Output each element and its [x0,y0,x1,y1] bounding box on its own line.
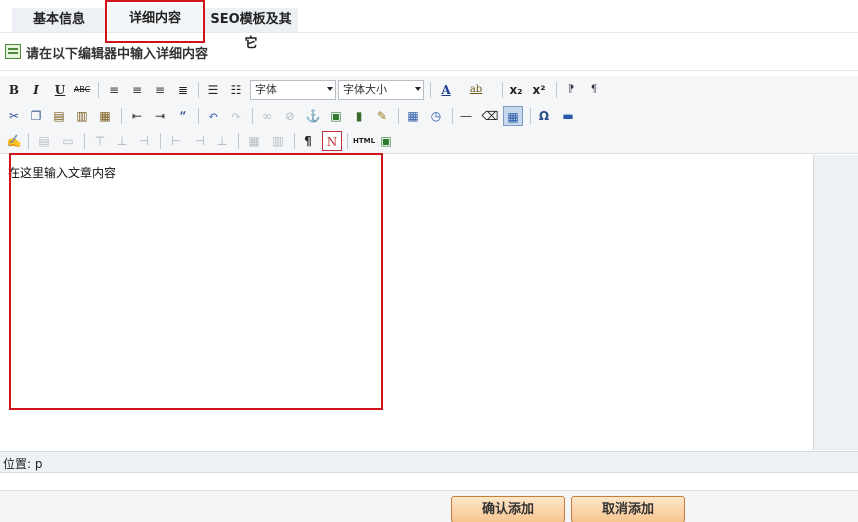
tab-seo-template[interactable]: SEO模板及其它 [204,8,298,51]
paste-icon[interactable]: ▤ [49,106,69,126]
toolbar-separator [98,82,99,98]
undo-icon[interactable]: ↶ [203,106,223,126]
form-icon [5,44,21,59]
paste-word-icon[interactable]: ▦ [95,106,115,126]
no-format-icon[interactable]: N [322,131,342,151]
tab-detail-content[interactable]: 详细内容 [108,6,202,32]
rich-text-editor[interactable]: 在这里输入文章内容 [0,155,814,450]
element-path: 位置: p [3,457,43,471]
toolbar-separator [452,108,453,124]
tab-basic-info[interactable]: 基本信息 [12,8,106,32]
superscript-icon[interactable]: x² [529,80,549,100]
table-cell-icon[interactable]: ▭ [58,131,78,151]
table-icon[interactable]: ▦ [503,106,523,126]
editor-content[interactable]: 在这里输入文章内容 [8,164,116,181]
font-family-value: 字体 [255,83,277,96]
clear-format-icon[interactable]: ✎ [372,106,392,126]
page-break-icon[interactable]: ▬ [558,106,578,126]
preview-icon[interactable]: ▣ [376,131,396,151]
font-size-select[interactable]: 字体大小 [338,80,424,100]
font-color-icon[interactable]: A [436,80,456,100]
horizontal-rule-icon[interactable]: — [456,106,476,126]
underline-icon[interactable]: U [50,80,70,100]
toolbar-separator [347,133,348,149]
toolbar-separator [198,108,199,124]
insert-col-right-icon[interactable]: ⊣ [190,131,210,151]
toolbar-separator [502,82,503,98]
toolbar-separator [28,133,29,149]
insert-row-above-icon[interactable]: ⊤ [90,131,110,151]
editor-container: 在这里输入文章内容 [0,155,858,450]
editor-toolbar: B I U ABC ≡ ≡ ≡ ≣ ☰ ☷ 字体 字体大小 A ab x₂ x²… [0,76,858,154]
section-title: 请在以下编辑器中输入详细内容 [26,47,209,62]
align-justify-icon[interactable]: ≣ [173,80,193,100]
rtl-direction-icon[interactable]: ¶ [584,80,604,100]
toolbar-separator [430,82,431,98]
confirm-add-button[interactable]: 确认添加 [451,496,565,522]
toolbar-separator [398,108,399,124]
form-actions: 确认添加 取消添加 [0,490,858,522]
blockquote-icon[interactable]: “ [173,106,193,126]
tab-bar: 基本信息 详细内容 SEO模板及其它 [0,0,858,51]
delete-col-icon[interactable]: ⊥ [212,131,232,151]
split-cells-icon[interactable]: ▥ [268,131,288,151]
toolbar-separator [198,82,199,98]
paste-text-icon[interactable]: ▥ [72,106,92,126]
font-size-value: 字体大小 [343,83,387,96]
toolbar-separator [160,133,161,149]
section-header: 请在以下编辑器中输入详细内容 [0,33,858,71]
ltr-direction-icon[interactable]: ⁋ [561,80,581,100]
toolbar-separator [238,133,239,149]
toolbar-separator [252,108,253,124]
clock-icon[interactable]: ◷ [426,106,446,126]
calendar-icon[interactable]: ▦ [403,106,423,126]
align-right-icon[interactable]: ≡ [150,80,170,100]
image-icon[interactable]: ▣ [326,106,346,126]
insert-col-left-icon[interactable]: ⊢ [166,131,186,151]
strikethrough-icon[interactable]: ABC [72,80,92,100]
cut-icon[interactable]: ✂ [4,106,24,126]
eraser-icon[interactable]: ⌫ [480,106,500,126]
indent-icon[interactable]: ⇥ [150,106,170,126]
align-left-icon[interactable]: ≡ [104,80,124,100]
copy-icon[interactable]: ❐ [26,106,46,126]
subscript-icon[interactable]: x₂ [506,80,526,100]
editor-status-bar: 位置: p [0,451,858,473]
toolbar-separator [121,108,122,124]
paragraph-mark-icon[interactable]: ¶ [298,131,318,151]
outdent-icon[interactable]: ⇤ [127,106,147,126]
html-source-icon[interactable]: HTML [352,131,376,151]
anchor-icon[interactable]: ⚓ [303,106,323,126]
toolbar-separator [294,133,295,149]
link-icon[interactable]: ∞ [257,106,277,126]
bulleted-list-icon[interactable]: ☰ [203,80,223,100]
insert-row-below-icon[interactable]: ⊥ [112,131,132,151]
chevron-down-icon [327,87,333,91]
redo-icon[interactable]: ↷ [226,106,246,126]
toolbar-separator [530,108,531,124]
italic-icon[interactable]: I [26,80,46,100]
toolbar-separator [556,82,557,98]
cancel-add-button[interactable]: 取消添加 [571,496,685,522]
video-icon[interactable]: ▮ [349,106,369,126]
font-family-select[interactable]: 字体 [250,80,336,100]
merge-cells-icon[interactable]: ▦ [244,131,264,151]
highlight-color-icon[interactable]: ab [466,80,486,100]
special-char-icon[interactable]: Ω [534,106,554,126]
bold-icon[interactable]: B [4,80,24,100]
edit-source-icon[interactable]: ✍ [4,131,24,151]
align-center-icon[interactable]: ≡ [127,80,147,100]
toolbar-separator [84,133,85,149]
unlink-icon[interactable]: ⊘ [280,106,300,126]
delete-row-icon[interactable]: ⊣ [134,131,154,151]
table-row-icon[interactable]: ▤ [34,131,54,151]
chevron-down-icon [415,87,421,91]
numbered-list-icon[interactable]: ☷ [226,80,246,100]
